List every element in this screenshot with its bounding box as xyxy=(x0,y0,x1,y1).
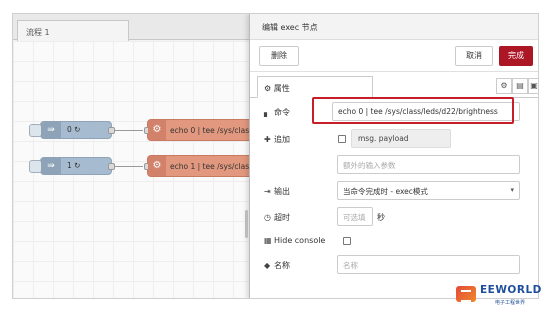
clock-icon: ◷ xyxy=(264,213,271,222)
hide-console-checkbox[interactable] xyxy=(343,237,351,245)
command-label: 命令 xyxy=(274,108,290,117)
append-label: 追加 xyxy=(274,135,290,144)
watermark-sub: 电子工程世界 xyxy=(495,300,526,306)
node-red-window: 流程 1 ⇛ 0 ↻ ⇛ 1 ↻ ⚙ echo 0 | tee /sys/cla… xyxy=(12,13,539,299)
tag-icon: ◆ xyxy=(264,261,271,270)
output-select-value: 当命令完成时 - exec模式 xyxy=(343,187,428,196)
delete-button[interactable]: 删除 xyxy=(259,46,299,66)
timeout-unit: 秒 xyxy=(377,213,385,222)
tab-properties[interactable]: ⚙ 属性 xyxy=(257,76,373,98)
gear-icon: ⚙ xyxy=(264,84,274,93)
chevron-down-icon: ▾ xyxy=(510,186,514,194)
output-port[interactable] xyxy=(108,127,115,134)
output-select[interactable]: 当命令完成时 - exec模式 ▾ xyxy=(337,181,520,200)
node-label: 1 ↻ xyxy=(67,161,81,170)
extra-args-input[interactable]: 额外的输入参数 xyxy=(337,155,520,174)
timeout-input[interactable]: 可选填 xyxy=(337,207,373,226)
inject-node[interactable]: ⇛ 0 ↻ xyxy=(29,121,115,139)
description-tab-icon[interactable]: ▤ xyxy=(512,78,528,94)
flow-tab[interactable]: 流程 1 xyxy=(17,20,129,41)
plus-icon: ✚ xyxy=(264,135,271,144)
panel-splitter[interactable] xyxy=(245,210,248,238)
panel-toolbar: 删除 取消 完成 xyxy=(250,40,538,72)
cancel-button[interactable]: 取消 xyxy=(455,46,493,66)
edit-panel: 编辑 exec 节点 删除 取消 完成 ⚙ 属性 ⚙ ▤ ▣ ▖ 命令 echo … xyxy=(249,14,538,298)
gear-icon: ⚙ xyxy=(148,156,166,176)
appearance-tab-icon[interactable]: ▣ xyxy=(528,78,538,94)
name-label: 名称 xyxy=(274,261,290,270)
node-label: 0 ↻ xyxy=(67,125,81,134)
eeworld-watermark-logo: EEWORLD 电子工程世界 xyxy=(456,284,548,310)
name-input[interactable]: 名称 xyxy=(337,255,520,274)
append-msg-payload: msg. payload xyxy=(351,129,451,148)
tab-label: 属性 xyxy=(273,84,290,93)
windows-icon: ▦ xyxy=(264,236,272,245)
settings-tab-icon[interactable]: ⚙ xyxy=(496,78,512,94)
file-icon: ▖ xyxy=(264,108,271,117)
arrow-icon: ⇛ xyxy=(41,122,61,138)
done-button[interactable]: 完成 xyxy=(499,46,533,66)
exec-node[interactable]: ⚙ echo 0 | tee /sys/class/... xyxy=(144,119,263,141)
append-checkbox[interactable] xyxy=(338,135,346,143)
gear-icon: ⚙ xyxy=(148,120,166,140)
eeworld-logo-icon xyxy=(456,286,476,302)
workspace-tabbar: 流程 1 xyxy=(13,14,253,41)
arrow-icon: ⇛ xyxy=(41,158,61,174)
watermark-brand: EEWORLD xyxy=(480,284,542,296)
sign-out-icon: ⇥ xyxy=(264,187,271,196)
panel-title: 编辑 exec 节点 xyxy=(250,14,538,40)
flow-canvas[interactable]: ⇛ 0 ↻ ⇛ 1 ↻ ⚙ echo 0 | tee /sys/class/..… xyxy=(13,41,263,298)
timeout-label: 超时 xyxy=(274,213,290,222)
output-label: 输出 xyxy=(274,187,290,196)
output-port[interactable] xyxy=(108,163,115,170)
panel-tabs: ⚙ 属性 ⚙ ▤ ▣ xyxy=(250,76,538,98)
command-highlight-box xyxy=(312,97,514,124)
inject-node[interactable]: ⇛ 1 ↻ xyxy=(29,157,115,175)
hide-console-label: Hide console xyxy=(274,236,326,245)
exec-node[interactable]: ⚙ echo 1 | tee /sys/class/... xyxy=(144,155,263,177)
